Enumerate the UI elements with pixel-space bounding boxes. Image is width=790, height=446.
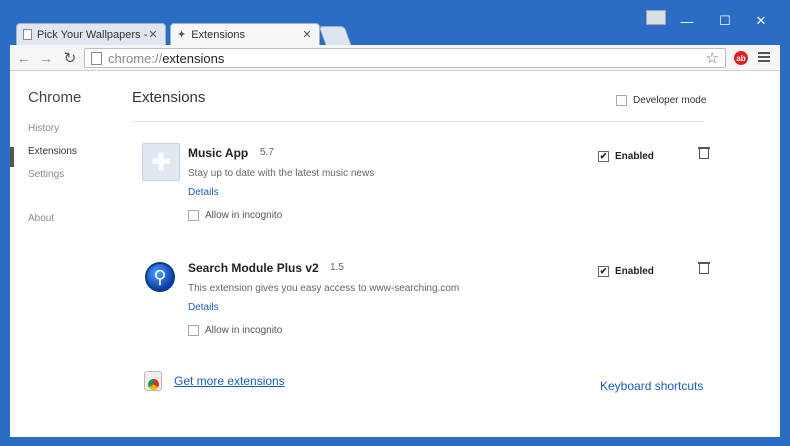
forward-icon[interactable]: → <box>36 48 56 68</box>
keyboard-shortcuts-link[interactable]: Keyboard shortcuts <box>600 379 703 393</box>
extension-version: 1.5 <box>330 262 344 273</box>
extension-description: Stay up to date with the latest music ne… <box>188 168 375 179</box>
extensions-page: Chrome History Extensions Settings About… <box>10 71 780 437</box>
sidebar-selection-marker <box>10 147 14 167</box>
developer-mode-checkbox[interactable] <box>616 95 627 106</box>
close-icon[interactable]: ✕ <box>147 28 159 41</box>
enabled-toggle[interactable]: ✔ Enabled <box>598 266 654 277</box>
page-icon <box>23 29 32 40</box>
extension-item: ✚ Music App 5.7 Stay up to date with the… <box>140 143 710 243</box>
incognito-checkbox[interactable] <box>188 210 199 221</box>
extension-name: Search Module Plus v2 <box>188 261 319 275</box>
back-icon[interactable]: ← <box>14 48 34 68</box>
enabled-checkbox[interactable]: ✔ <box>598 151 609 162</box>
window-close-icon[interactable]: ✕ <box>744 11 778 31</box>
address-bar[interactable]: chrome://extensions ☆ <box>84 48 726 68</box>
incognito-toggle[interactable]: Allow in incognito <box>188 325 282 336</box>
get-more-extensions[interactable]: Get more extensions <box>144 371 285 391</box>
extension-name: Music App <box>188 146 249 160</box>
minimize-icon[interactable]: — <box>670 11 704 31</box>
address-path: extensions <box>162 50 225 66</box>
tab-extensions[interactable]: ✦ Extensions ✕ <box>170 23 320 45</box>
trash-icon[interactable] <box>698 262 710 275</box>
close-icon[interactable]: ✕ <box>301 28 313 41</box>
page-title: Extensions <box>132 89 206 106</box>
details-link[interactable]: Details <box>188 302 219 313</box>
user-profile-icon[interactable] <box>646 10 666 25</box>
incognito-checkbox[interactable] <box>188 325 199 336</box>
title-bar: Pick Your Wallpapers - Fin ✕ ✦ Extension… <box>10 9 780 45</box>
adblock-extension-icon[interactable]: ab <box>734 51 748 65</box>
divider <box>132 121 704 122</box>
get-more-extensions-link[interactable]: Get more extensions <box>174 374 285 388</box>
extension-item: ⚲ Search Module Plus v2 1.5 This extensi… <box>140 258 710 358</box>
sidebar-item-history[interactable]: History <box>28 123 59 134</box>
web-store-icon <box>144 371 162 391</box>
developer-mode-label: Developer mode <box>633 95 707 106</box>
bookmark-star-icon[interactable]: ☆ <box>706 49 719 67</box>
tab-label: Extensions <box>191 28 246 41</box>
address-scheme: chrome:// <box>108 50 163 66</box>
toolbar: ← → ↻ chrome://extensions ☆ ab <box>10 45 780 71</box>
enabled-checkbox[interactable]: ✔ <box>598 266 609 277</box>
sidebar-title: Chrome <box>28 89 82 106</box>
reload-icon[interactable]: ↻ <box>60 48 80 68</box>
extension-description: This extension gives you easy access to … <box>188 283 460 294</box>
page-icon <box>91 51 102 65</box>
menu-icon[interactable] <box>758 52 770 62</box>
details-link[interactable]: Details <box>188 187 219 198</box>
extension-version: 5.7 <box>260 147 274 158</box>
developer-mode-toggle[interactable]: Developer mode <box>616 95 706 106</box>
maximize-icon[interactable]: ☐ <box>708 11 742 31</box>
incognito-label: Allow in incognito <box>205 325 283 336</box>
enabled-toggle[interactable]: ✔ Enabled <box>598 151 654 162</box>
enabled-label: Enabled <box>615 266 654 277</box>
tab-label: Pick Your Wallpapers - Fin <box>37 28 147 41</box>
tab-wallpapers[interactable]: Pick Your Wallpapers - Fin ✕ <box>16 23 166 45</box>
incognito-label: Allow in incognito <box>205 210 283 221</box>
enabled-label: Enabled <box>615 151 654 162</box>
trash-icon[interactable] <box>698 147 710 160</box>
sidebar-item-settings[interactable]: Settings <box>28 169 64 180</box>
browser-window: Pick Your Wallpapers - Fin ✕ ✦ Extension… <box>10 9 780 437</box>
search-magnifier-icon: ⚲ <box>145 262 175 292</box>
new-tab-button[interactable] <box>318 26 352 45</box>
sidebar-item-about[interactable]: About <box>28 213 54 224</box>
puzzle-icon: ✚ <box>142 143 180 181</box>
sidebar-item-extensions[interactable]: Extensions <box>28 146 77 157</box>
incognito-toggle[interactable]: Allow in incognito <box>188 210 282 221</box>
puzzle-icon: ✦ <box>177 29 187 41</box>
